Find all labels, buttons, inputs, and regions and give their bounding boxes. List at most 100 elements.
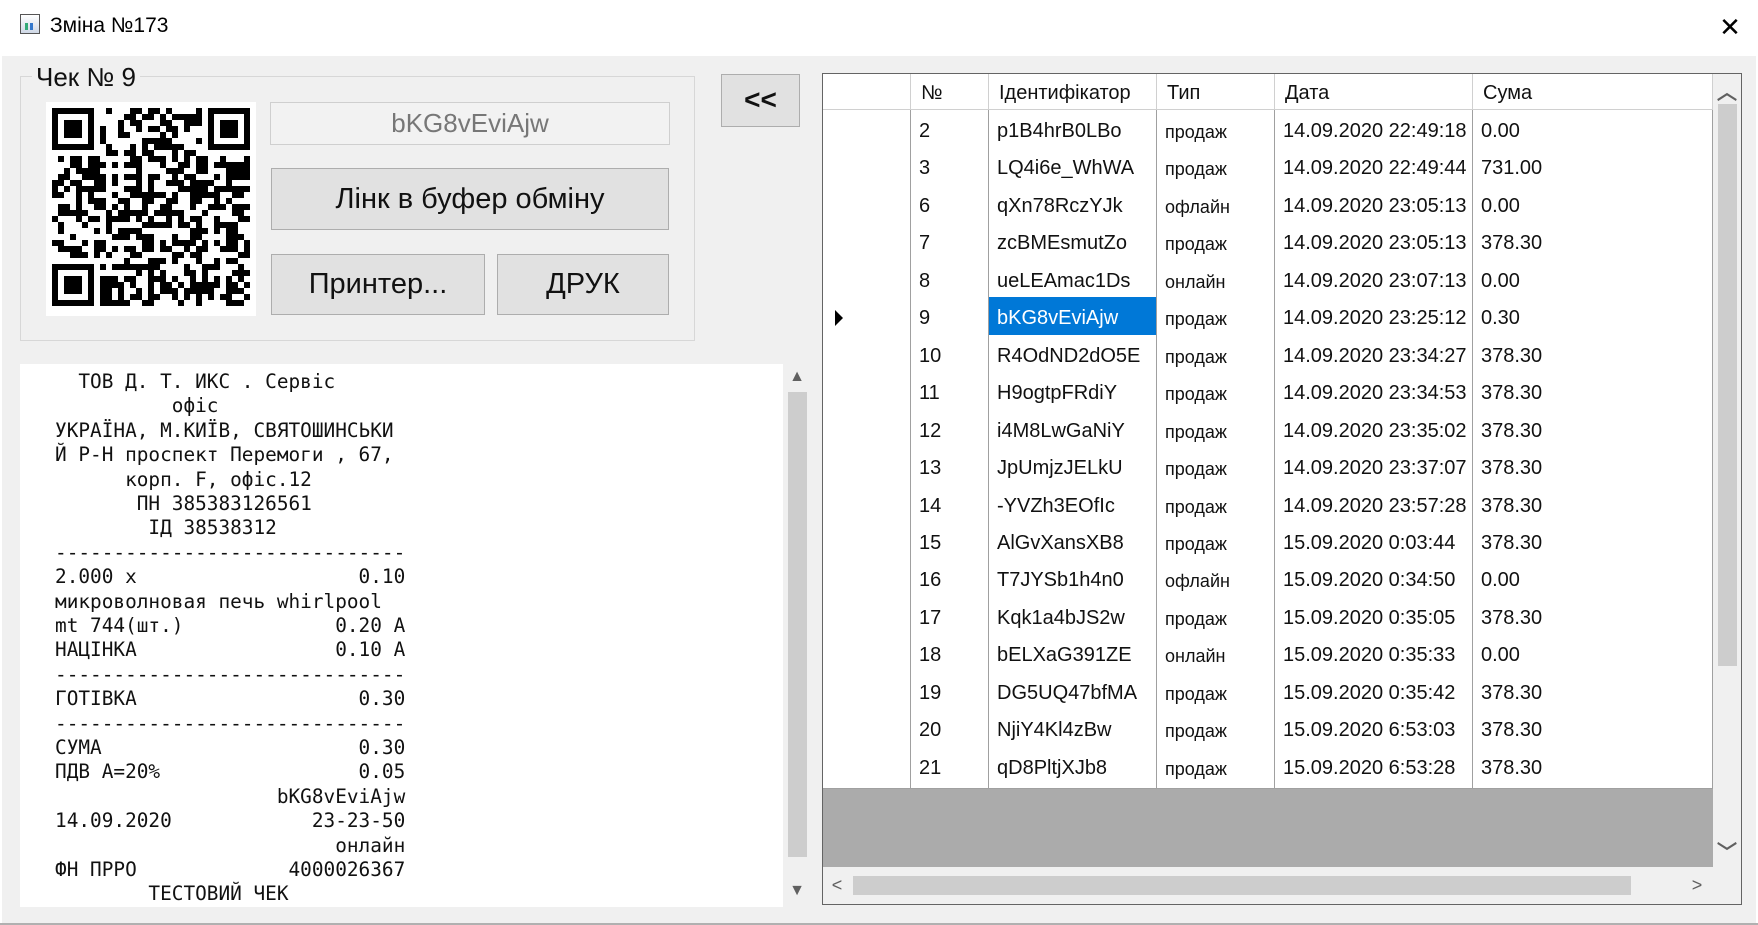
cell-n[interactable]: 16	[911, 559, 989, 602]
cell-type[interactable]: онлайн	[1157, 634, 1275, 677]
cell-n[interactable]: 8	[911, 259, 989, 302]
row-header[interactable]	[823, 671, 911, 714]
print-button[interactable]: ДРУК	[497, 254, 669, 315]
cell-date[interactable]: 15.09.2020 0:34:50	[1275, 559, 1473, 602]
table-row[interactable]: 10 R4OdND2dO5E продаж 14.09.2020 23:34:27 37…	[823, 334, 1713, 377]
cell-id[interactable]: zcBMEsmutZo	[989, 222, 1157, 265]
row-header[interactable]	[823, 447, 911, 490]
cell-date[interactable]: 15.09.2020 6:53:03	[1275, 709, 1473, 752]
cell-n[interactable]: 11	[911, 372, 989, 415]
row-header[interactable]	[823, 372, 911, 415]
cell-date[interactable]: 14.09.2020 23:25:12	[1275, 297, 1473, 340]
scroll-down-arrow-icon[interactable]: ▼	[783, 882, 811, 900]
cell-type[interactable]: продаж	[1157, 222, 1275, 265]
cell-id[interactable]: R4OdND2dO5E	[989, 334, 1157, 377]
cell-sum[interactable]: 0.30	[1473, 297, 1713, 340]
cell-type[interactable]: продаж	[1157, 372, 1275, 415]
table-row[interactable]: 16 T7JYSb1h4n0 офлайн 15.09.2020 0:34:50 0.0…	[823, 559, 1713, 602]
row-header[interactable]	[823, 184, 911, 227]
cell-type[interactable]: офлайн	[1157, 559, 1275, 602]
table-row[interactable]: 2 p1B4hrB0LBo продаж 14.09.2020 22:49:18 0.0…	[823, 110, 1713, 152]
cell-sum[interactable]: 378.30	[1473, 372, 1713, 415]
table-row[interactable]: 13 JpUmjzJELkU продаж 14.09.2020 23:37:07 37…	[823, 447, 1713, 490]
cell-sum[interactable]: 378.30	[1473, 409, 1713, 452]
scroll-down-arrow-icon[interactable]: ﹀	[1713, 836, 1741, 865]
cell-n[interactable]: 10	[911, 334, 989, 377]
table-row[interactable]: 9 bKG8vEviAjw продаж 14.09.2020 23:25:12 0.3…	[823, 297, 1713, 340]
scroll-thumb[interactable]	[1718, 104, 1737, 666]
grid-horizontal-scrollbar[interactable]: < >	[823, 867, 1713, 904]
cell-id[interactable]: LQ4i6e_WhWA	[989, 147, 1157, 190]
row-header[interactable]	[823, 521, 911, 564]
cell-date[interactable]: 14.09.2020 23:37:07	[1275, 447, 1473, 490]
cell-sum[interactable]: 378.30	[1473, 671, 1713, 714]
cell-date[interactable]: 14.09.2020 22:49:18	[1275, 110, 1473, 152]
cell-type[interactable]: продаж	[1157, 147, 1275, 190]
cell-id[interactable]: Kqk1a4bJS2w	[989, 596, 1157, 639]
scroll-right-arrow-icon[interactable]: >	[1683, 867, 1711, 904]
cell-type[interactable]: продаж	[1157, 447, 1275, 490]
cell-id[interactable]: -YVZh3EOfIc	[989, 484, 1157, 527]
cell-type[interactable]: продаж	[1157, 334, 1275, 377]
cell-type[interactable]: продаж	[1157, 110, 1275, 152]
cell-n[interactable]: 21	[911, 746, 989, 789]
table-row[interactable]: 15 AlGvXansXB8 продаж 15.09.2020 0:03:44 378…	[823, 521, 1713, 564]
table-row[interactable]: 8 ueLEAmac1Ds онлайн 14.09.2020 23:07:13 0.0…	[823, 259, 1713, 302]
cell-sum[interactable]: 0.00	[1473, 259, 1713, 302]
cell-date[interactable]: 15.09.2020 0:35:05	[1275, 596, 1473, 639]
row-header[interactable]	[823, 709, 911, 752]
row-header[interactable]	[823, 746, 911, 789]
cell-id[interactable]: i4M8LwGaNiY	[989, 409, 1157, 452]
receipt-vertical-scrollbar[interactable]: ▲ ▼	[783, 364, 811, 907]
cell-id[interactable]: qD8PltjXJb8	[989, 746, 1157, 789]
row-header[interactable]	[823, 559, 911, 602]
column-header-n[interactable]: №	[911, 74, 989, 110]
row-header[interactable]	[823, 110, 911, 152]
row-header[interactable]	[823, 484, 911, 527]
collapse-button[interactable]: <<	[721, 74, 800, 127]
cell-sum[interactable]: 378.30	[1473, 222, 1713, 265]
printer-select-button[interactable]: Принтер...	[271, 254, 485, 315]
cell-id[interactable]: JpUmjzJELkU	[989, 447, 1157, 490]
row-header[interactable]	[823, 409, 911, 452]
cell-sum[interactable]: 378.30	[1473, 484, 1713, 527]
row-header[interactable]	[823, 634, 911, 677]
cell-id[interactable]: NjiY4Kl4zBw	[989, 709, 1157, 752]
table-row[interactable]: 21 qD8PltjXJb8 продаж 15.09.2020 6:53:28 378…	[823, 746, 1713, 789]
cell-sum[interactable]: 731.00	[1473, 147, 1713, 190]
copy-link-button[interactable]: Лінк в буфер обміну	[271, 168, 669, 230]
cell-n[interactable]: 13	[911, 447, 989, 490]
cell-sum[interactable]: 0.00	[1473, 559, 1713, 602]
row-header[interactable]	[823, 222, 911, 265]
cell-date[interactable]: 15.09.2020 0:03:44	[1275, 521, 1473, 564]
cell-id[interactable]: AlGvXansXB8	[989, 521, 1157, 564]
cell-type[interactable]: продаж	[1157, 409, 1275, 452]
cell-type[interactable]: продаж	[1157, 596, 1275, 639]
cell-type[interactable]: продаж	[1157, 484, 1275, 527]
cell-sum[interactable]: 0.00	[1473, 634, 1713, 677]
cell-date[interactable]: 14.09.2020 23:57:28	[1275, 484, 1473, 527]
close-button[interactable]: ✕	[1702, 0, 1758, 56]
cell-sum[interactable]: 378.30	[1473, 521, 1713, 564]
cell-type[interactable]: продаж	[1157, 521, 1275, 564]
check-identifier-field[interactable]: bKG8vEviAjw	[270, 102, 670, 145]
cell-n[interactable]: 7	[911, 222, 989, 265]
cell-type[interactable]: продаж	[1157, 709, 1275, 752]
cell-n[interactable]: 17	[911, 596, 989, 639]
scroll-left-arrow-icon[interactable]: <	[823, 867, 851, 904]
cell-type[interactable]: офлайн	[1157, 184, 1275, 227]
cell-date[interactable]: 14.09.2020 23:35:02	[1275, 409, 1473, 452]
cell-n[interactable]: 15	[911, 521, 989, 564]
cell-type[interactable]: онлайн	[1157, 259, 1275, 302]
cell-type[interactable]: продаж	[1157, 746, 1275, 789]
cell-sum[interactable]: 378.30	[1473, 709, 1713, 752]
cell-sum[interactable]: 378.30	[1473, 447, 1713, 490]
cell-sum[interactable]: 0.00	[1473, 184, 1713, 227]
cell-date[interactable]: 14.09.2020 23:05:13	[1275, 184, 1473, 227]
column-header-date[interactable]: Дата	[1275, 74, 1473, 110]
cell-n[interactable]: 18	[911, 634, 989, 677]
table-row[interactable]: 3 LQ4i6e_WhWA продаж 14.09.2020 22:49:44 731…	[823, 147, 1713, 190]
cell-id[interactable]: bELXaG391ZE	[989, 634, 1157, 677]
cell-n[interactable]: 2	[911, 110, 989, 152]
grid-vertical-scrollbar[interactable]: ︿ ﹀	[1713, 74, 1741, 867]
